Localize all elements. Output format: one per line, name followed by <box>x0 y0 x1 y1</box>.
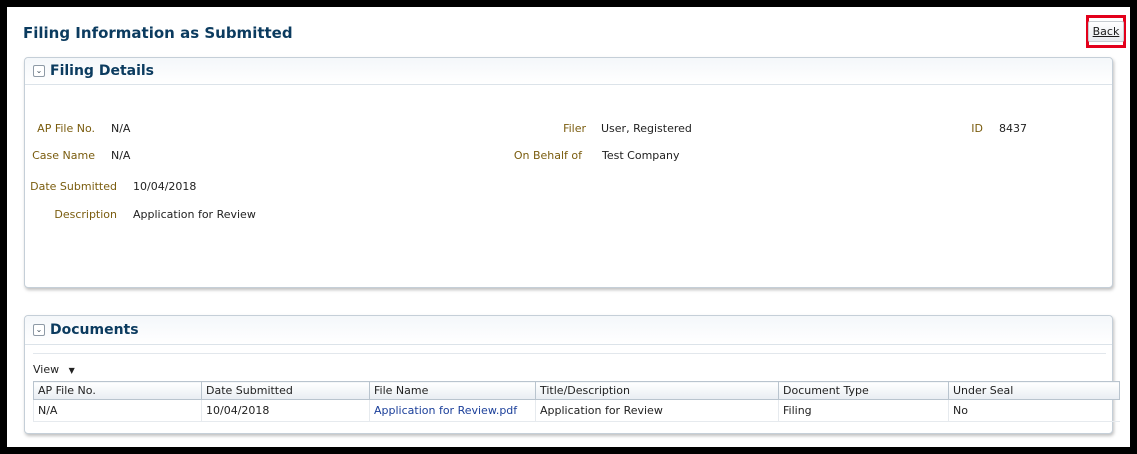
on-behalf-label: On Behalf of <box>513 149 582 162</box>
filing-details-panel: ⌄ Filing Details AP File No. N/A Case Na… <box>24 57 1113 288</box>
table-header-row: AP File No. Date Submitted File Name Tit… <box>33 381 1120 400</box>
chevron-down-icon[interactable]: ⌄ <box>33 65 45 77</box>
documents-title: Documents <box>50 322 139 338</box>
column-header-ap-file-no[interactable]: AP File No. <box>33 381 202 400</box>
date-submitted-label: Date Submitted <box>30 180 117 193</box>
case-name-label: Case Name <box>32 149 95 162</box>
column-header-date-submitted[interactable]: Date Submitted <box>201 381 370 400</box>
on-behalf-value: Test Company <box>602 149 680 162</box>
documents-header: ⌄ Documents <box>25 316 1112 345</box>
cell-under-seal: No <box>948 399 1120 422</box>
ap-file-no-label: AP File No. <box>37 122 95 135</box>
column-header-under-seal[interactable]: Under Seal <box>948 381 1120 400</box>
column-header-file-name[interactable]: File Name <box>369 381 536 400</box>
page-title: Filing Information as Submitted <box>23 24 293 42</box>
description-value: Application for Review <box>133 208 256 221</box>
cell-title-description: Application for Review <box>535 399 779 422</box>
filing-details-header: ⌄ Filing Details <box>25 58 1112 85</box>
chevron-down-icon[interactable]: ⌄ <box>33 324 45 336</box>
view-menu-label[interactable]: View <box>33 363 59 376</box>
documents-table: AP File No. Date Submitted File Name Tit… <box>33 381 1120 422</box>
description-label: Description <box>54 208 117 221</box>
table-row[interactable]: N/A 10/04/2018 Application for Review.pd… <box>33 399 1120 422</box>
back-button-highlight: Back <box>1086 15 1126 48</box>
view-menu[interactable]: View ▼ <box>33 363 75 376</box>
column-header-title-description[interactable]: Title/Description <box>535 381 779 400</box>
filer-label: Filer <box>563 122 586 135</box>
filing-details-title: Filing Details <box>50 63 155 79</box>
caret-down-icon[interactable]: ▼ <box>69 366 75 375</box>
documents-panel: ⌄ Documents View ▼ AP File No. Date Subm… <box>24 315 1120 434</box>
filer-value: User, Registered <box>601 122 692 135</box>
toolbar-divider <box>33 353 1106 354</box>
date-submitted-value: 10/04/2018 <box>133 180 197 193</box>
id-value: 8437 <box>999 122 1027 135</box>
column-header-document-type[interactable]: Document Type <box>778 381 949 400</box>
back-button[interactable]: Back <box>1087 21 1125 42</box>
case-name-value: N/A <box>111 149 131 162</box>
cell-document-type: Filing <box>778 399 949 422</box>
cell-file-name-link[interactable]: Application for Review.pdf <box>369 399 536 422</box>
cell-date-submitted: 10/04/2018 <box>201 399 370 422</box>
cell-ap-file-no: N/A <box>33 399 202 422</box>
page-frame: Filing Information as Submitted Back ⌄ F… <box>7 7 1130 447</box>
ap-file-no-value: N/A <box>111 122 131 135</box>
id-label: ID <box>971 122 983 135</box>
